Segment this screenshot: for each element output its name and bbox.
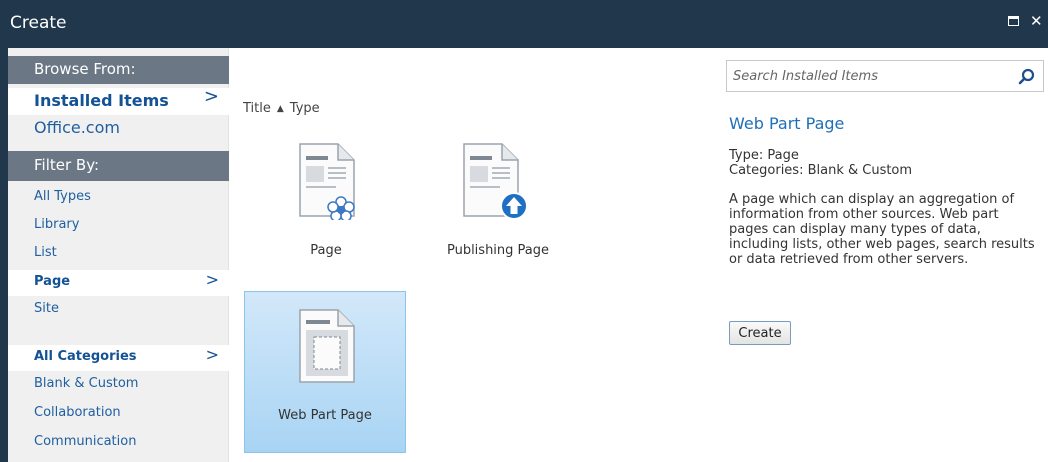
- search-icon[interactable]: [1017, 67, 1037, 87]
- chevron-right-icon: >: [205, 270, 219, 289]
- item-label: Web Part Page: [278, 408, 372, 423]
- sort-ascending-icon: ▲: [276, 104, 284, 114]
- close-icon[interactable]: ✕: [1030, 13, 1046, 29]
- window-titlebar: Create ✕: [0, 0, 1048, 48]
- item-tile-web-part-page[interactable]: Web Part Page: [244, 291, 406, 453]
- sidebar-item-label: Office.com: [34, 118, 120, 137]
- search-input[interactable]: [727, 61, 1007, 91]
- sidebar-item-blank-custom[interactable]: Blank & Custom: [8, 373, 229, 399]
- item-tile-page[interactable]: Page: [245, 128, 407, 290]
- details-categories: Categories: Blank & Custom: [729, 163, 913, 178]
- create-button[interactable]: Create: [729, 321, 791, 345]
- sidebar-item-label: Installed Items: [34, 91, 169, 110]
- details-type: Type: Page: [729, 148, 799, 163]
- publishing-page-icon: [463, 143, 528, 220]
- filter-by-header: Filter By:: [8, 151, 229, 181]
- item-tile-publishing-page[interactable]: Publishing Page: [417, 128, 579, 290]
- sidebar-item-page[interactable]: Page >: [8, 270, 229, 296]
- sidebar-item-site[interactable]: Site: [8, 298, 229, 324]
- sidebar-item-label: Page: [34, 274, 71, 289]
- sidebar-item-all-types[interactable]: All Types: [8, 186, 229, 212]
- sidebar-item-label: List: [34, 245, 57, 260]
- item-label: Publishing Page: [446, 243, 550, 258]
- search-box: [726, 60, 1044, 92]
- sidebar: Browse From: Installed Items > Office.co…: [8, 48, 229, 462]
- sidebar-item-label: All Categories: [34, 349, 137, 364]
- browse-from-header: Browse From:: [8, 56, 229, 84]
- window-left-border: [0, 48, 8, 462]
- details-title: Web Part Page: [729, 114, 845, 133]
- window-title: Create: [10, 13, 67, 33]
- sidebar-item-label: Library: [34, 217, 80, 232]
- sidebar-item-installed-items[interactable]: Installed Items >: [8, 86, 229, 115]
- sidebar-item-label: Blank & Custom: [34, 376, 139, 391]
- details-pane: Web Part Page Type: Page Categories: Bla…: [729, 114, 1039, 267]
- sidebar-item-label: All Types: [34, 189, 91, 204]
- maximize-icon[interactable]: [1006, 13, 1022, 29]
- chevron-right-icon: >: [205, 345, 219, 364]
- sidebar-item-label: Communication: [34, 434, 137, 449]
- sidebar-item-label: Collaboration: [34, 405, 121, 420]
- page-flower-icon: [299, 143, 355, 220]
- sort-by-type[interactable]: Type: [290, 101, 320, 116]
- sidebar-item-label: Site: [34, 301, 59, 316]
- sort-by-title[interactable]: Title: [243, 101, 271, 116]
- sidebar-item-office-com[interactable]: Office.com: [8, 116, 229, 142]
- sidebar-item-library[interactable]: Library: [8, 214, 229, 240]
- sidebar-item-list[interactable]: List: [8, 242, 229, 268]
- sidebar-item-collaboration[interactable]: Collaboration: [8, 402, 229, 428]
- web-part-page-icon: [299, 309, 355, 383]
- details-description: A page which can display an aggregation …: [729, 192, 1035, 267]
- sidebar-item-all-categories[interactable]: All Categories >: [8, 345, 229, 371]
- sort-bar: Title ▲ Type: [243, 101, 320, 116]
- item-label: Page: [310, 243, 342, 258]
- sidebar-item-communication[interactable]: Communication: [8, 431, 229, 457]
- chevron-right-icon: >: [203, 86, 219, 107]
